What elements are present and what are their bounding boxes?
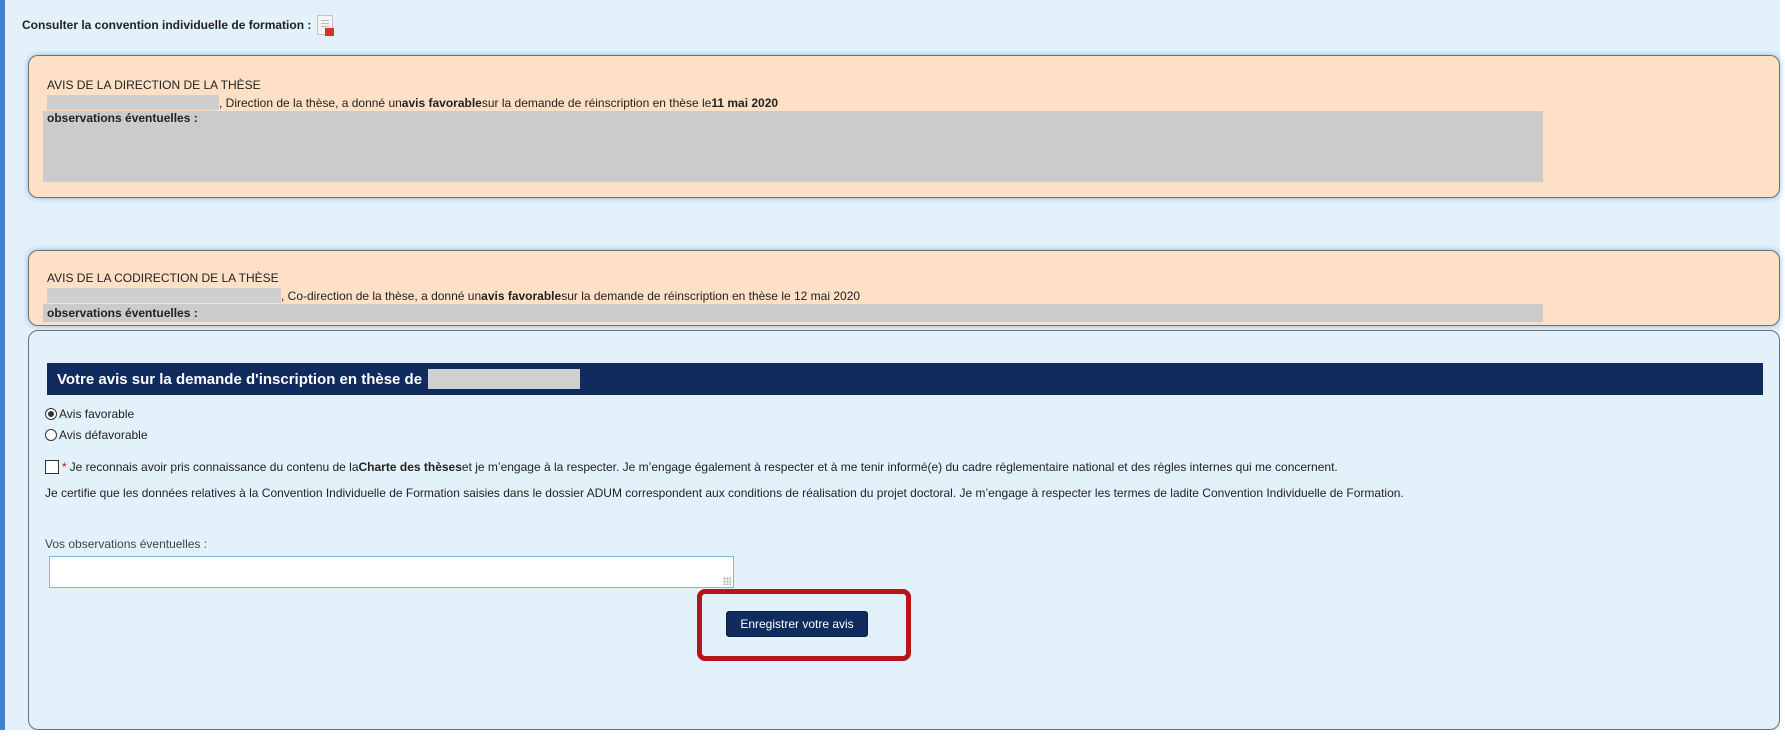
direction-date: 11 mai 2020	[711, 95, 779, 110]
redacted-name	[47, 288, 281, 303]
observations-label: Vos observations éventuelles :	[45, 537, 208, 551]
radio-defavorable-label: Avis défavorable	[59, 428, 148, 442]
direction-statement: , Direction de la thèse, a donné un avis…	[47, 95, 778, 110]
consult-convention-label: Consulter la convention individuelle de …	[22, 18, 312, 32]
radio-favorable[interactable]	[45, 408, 57, 420]
avis-form-panel: Votre avis sur la demande d'inscription …	[28, 330, 1780, 730]
codirection-obs-area	[43, 304, 1543, 322]
direction-avis-value: avis favorable	[401, 95, 482, 110]
codirection-statement: , Co-direction de la thèse, a donné un a…	[47, 288, 860, 303]
direction-obs-label: observations éventuelles :	[47, 111, 198, 125]
observations-textarea[interactable]	[49, 556, 734, 588]
radio-favorable-row[interactable]: Avis favorable	[45, 407, 134, 421]
radio-defavorable[interactable]	[45, 429, 57, 441]
direction-obs-area	[43, 111, 1543, 182]
radio-favorable-label: Avis favorable	[59, 407, 135, 421]
charter-link: Charte des thèses	[358, 460, 462, 474]
form-header-title: Votre avis sur la demande d'inscription …	[57, 370, 423, 388]
codirection-title: AVIS DE LA CODIRECTION DE LA THÈSE	[47, 271, 279, 285]
codirection-obs-label: observations éventuelles :	[47, 306, 198, 320]
save-button-highlight	[697, 589, 911, 661]
certify-text: Je certifie que les données relatives à …	[45, 486, 1404, 500]
direction-title: AVIS DE LA DIRECTION DE LA THÈSE	[47, 78, 261, 92]
consult-convention-row: Consulter la convention individuelle de …	[22, 15, 335, 36]
redacted-name	[428, 369, 581, 389]
charter-checkbox[interactable]	[45, 460, 59, 474]
radio-defavorable-row[interactable]: Avis défavorable	[45, 428, 148, 442]
direction-avis-box: AVIS DE LA DIRECTION DE LA THÈSE , Direc…	[28, 55, 1780, 198]
redacted-name	[47, 95, 219, 110]
required-marker: *	[62, 460, 67, 474]
resize-grip-icon[interactable]	[723, 577, 731, 585]
codirection-avis-box: AVIS DE LA CODIRECTION DE LA THÈSE , Co-…	[28, 250, 1780, 326]
form-header: Votre avis sur la demande d'inscription …	[47, 363, 1763, 395]
pdf-icon[interactable]	[317, 15, 335, 36]
codirection-avis-value: avis favorable	[481, 288, 562, 303]
charter-checkbox-row: * Je reconnais avoir pris connaissance d…	[45, 460, 1338, 474]
